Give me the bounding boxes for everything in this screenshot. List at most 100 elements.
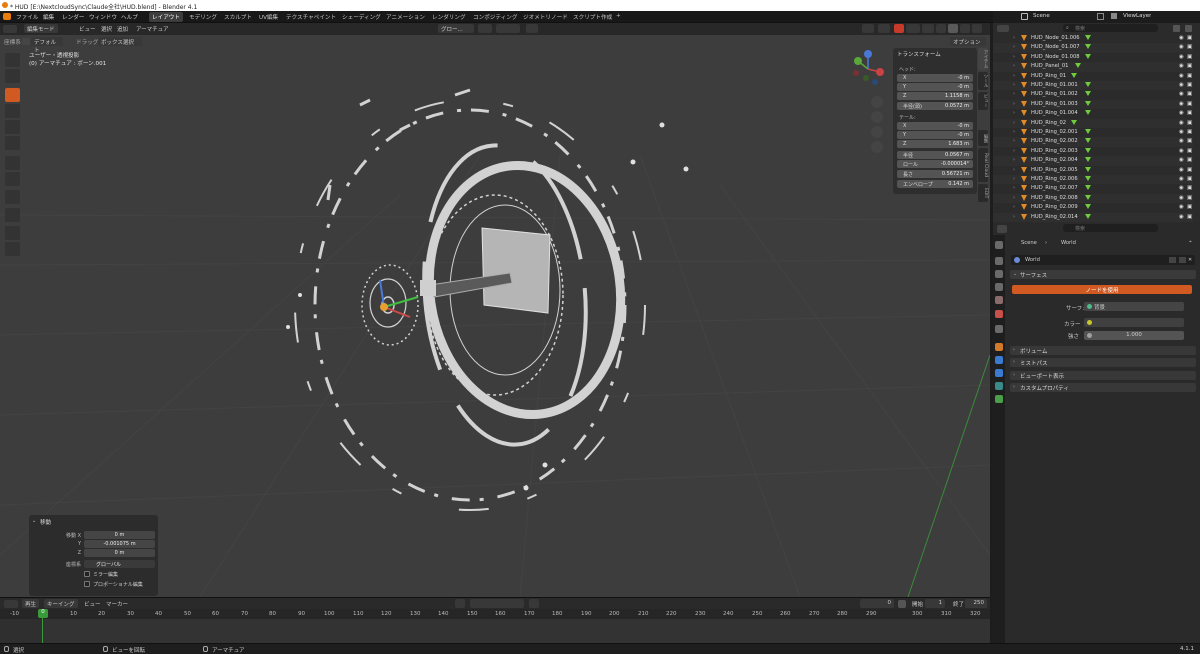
playhead[interactable]: 0: [38, 609, 48, 618]
expand-arrow-icon[interactable]: ›: [1013, 167, 1015, 173]
panel-collapse-icon[interactable]: ⌄: [32, 518, 36, 524]
menu-render[interactable]: レンダー: [62, 13, 84, 21]
mode-selector[interactable]: 編集モード: [24, 24, 58, 33]
render-camera-icon[interactable]: ▣: [1187, 44, 1192, 50]
timeline-area[interactable]: -10 10 20 30 40 50 60 70 80 90 100 110 1…: [0, 609, 990, 643]
expand-arrow-icon[interactable]: ›: [1013, 176, 1015, 182]
render-camera-icon[interactable]: ▣: [1187, 195, 1192, 201]
blender-menu-icon[interactable]: [3, 13, 11, 20]
visibility-eye-icon[interactable]: ◉: [1179, 82, 1184, 88]
render-camera-icon[interactable]: ▣: [1187, 54, 1192, 60]
xray-icon[interactable]: [922, 24, 934, 33]
visibility-eye-icon[interactable]: ◉: [1179, 73, 1184, 79]
visibility-eye-icon[interactable]: ◉: [1179, 120, 1184, 126]
expand-arrow-icon[interactable]: ›: [1013, 120, 1015, 126]
preview-range-icon[interactable]: [898, 600, 906, 608]
snap-icon[interactable]: [496, 24, 520, 33]
tab-tool[interactable]: ツール: [978, 72, 988, 90]
navigation-gizmo[interactable]: [848, 48, 888, 90]
scale-tool-icon[interactable]: [5, 120, 20, 134]
pivot-icon[interactable]: [478, 24, 492, 33]
outliner-row[interactable]: › HUD_Ring_02.001 ◉ ▣: [993, 128, 1193, 137]
shading-material-icon[interactable]: [960, 24, 970, 33]
menu-add[interactable]: 追加: [117, 25, 128, 33]
visibility-eye-icon[interactable]: ◉: [1179, 63, 1184, 69]
end-frame-field[interactable]: 250: [965, 599, 987, 608]
menu-view[interactable]: ビュー: [79, 25, 96, 33]
surface-shader-field[interactable]: 背景: [1084, 302, 1184, 311]
transform-orientation-dropdown[interactable]: グロー...: [438, 24, 474, 33]
visibility-eye-icon[interactable]: ◉: [1179, 167, 1184, 173]
measure-tool-icon[interactable]: [5, 172, 20, 186]
view-layer-props-icon[interactable]: [995, 283, 1003, 291]
tail-z-field[interactable]: Z 1.683 m: [897, 140, 973, 148]
world-props-icon[interactable]: [995, 310, 1003, 318]
outliner-row[interactable]: › HUD_Panel_01 ◉ ▣: [993, 62, 1193, 72]
render-camera-icon[interactable]: ▣: [1187, 176, 1192, 182]
outliner-row[interactable]: › HUD_Ring_01.002 ◉ ▣: [993, 90, 1193, 99]
mirror-checkbox[interactable]: [84, 571, 90, 577]
expand-arrow-icon[interactable]: ›: [1013, 204, 1015, 210]
radius-field[interactable]: 半径 0.0567 m: [897, 151, 973, 159]
tail-y-field[interactable]: Y -0 m: [897, 131, 973, 139]
render-camera-icon[interactable]: ▣: [1187, 73, 1192, 79]
outliner-row[interactable]: › HUD_Ring_02.004 ◉ ▣: [993, 156, 1193, 166]
visibility-eye-icon[interactable]: ◉: [1179, 110, 1184, 116]
menu-window[interactable]: ウィンドウ: [89, 13, 117, 21]
color-field[interactable]: [1084, 318, 1184, 327]
expand-arrow-icon[interactable]: ›: [1013, 82, 1015, 88]
playback-menu[interactable]: 再生: [22, 599, 40, 608]
bone-envelope-tool-icon[interactable]: [5, 226, 20, 240]
move-tool-icon[interactable]: [5, 88, 20, 102]
render-camera-icon[interactable]: ▣: [1187, 120, 1192, 126]
zoom-icon[interactable]: [871, 96, 883, 108]
grid-toggle-icon[interactable]: [871, 141, 883, 153]
fake-user-icon[interactable]: [1169, 257, 1176, 263]
visibility-eye-icon[interactable]: ◉: [1179, 35, 1184, 41]
playback-controls[interactable]: [470, 599, 524, 608]
outliner-row[interactable]: › HUD_Ring_01.004 ◉ ▣: [993, 109, 1193, 118]
visibility-eye-icon[interactable]: ◉: [1179, 195, 1184, 201]
unlink-world-icon[interactable]: ✕: [1188, 257, 1192, 263]
scene-props-icon[interactable]: [995, 296, 1003, 304]
editor-type-icon[interactable]: [3, 25, 17, 33]
render-camera-icon[interactable]: ▣: [1187, 148, 1192, 154]
render-camera-icon[interactable]: ▣: [1187, 167, 1192, 173]
viewlayer-selector[interactable]: ViewLayer: [1123, 13, 1151, 19]
extrude-tool-icon[interactable]: [5, 190, 20, 204]
gizmo-icon[interactable]: [878, 24, 890, 33]
outliner-row[interactable]: › HUD_Ring_02.006 ◉ ▣: [993, 175, 1193, 185]
tab-edit-addon[interactable]: EDIT: [978, 184, 988, 202]
tab-workspace-animation[interactable]: アニメーション: [383, 12, 428, 22]
visibility-eye-icon[interactable]: ◉: [1179, 91, 1184, 97]
render-camera-icon[interactable]: ▣: [1187, 129, 1192, 135]
outliner-row[interactable]: › HUD_Ring_02.014 ◉ ▣: [993, 212, 1193, 222]
visibility-eye-icon[interactable]: ◉: [1179, 138, 1184, 144]
expand-arrow-icon[interactable]: ›: [1013, 91, 1015, 97]
annotate-tool-icon[interactable]: [5, 156, 20, 170]
menu-armature[interactable]: アーマチュア: [136, 25, 169, 33]
new-collection-icon[interactable]: [1185, 25, 1192, 32]
expand-arrow-icon[interactable]: ›: [1013, 157, 1015, 163]
hand-pan-icon[interactable]: [871, 111, 883, 123]
rotate-tool-icon[interactable]: [5, 104, 20, 118]
collection-props-icon[interactable]: [995, 325, 1003, 333]
visibility-eye-icon[interactable]: ◉: [1179, 176, 1184, 182]
expand-arrow-icon[interactable]: ›: [1013, 138, 1015, 144]
tab-real-cloud[interactable]: Real Cloud: [978, 148, 988, 182]
x-axis-icon[interactable]: [876, 68, 884, 76]
expand-arrow-icon[interactable]: ›: [1013, 44, 1015, 50]
overlay-icon[interactable]: [894, 24, 904, 33]
tab-workspace-sculpt[interactable]: スカルプト: [221, 12, 255, 22]
pin-icon[interactable]: ⌖: [1189, 239, 1192, 245]
tab-workspace-compositing[interactable]: コンポジティング: [470, 12, 520, 22]
outliner-row[interactable]: › HUD_Node_01.008 ◉ ▣: [993, 53, 1193, 62]
render-camera-icon[interactable]: ▣: [1187, 101, 1192, 107]
expand-arrow-icon[interactable]: ›: [1013, 35, 1015, 41]
visibility-eye-icon[interactable]: ◉: [1179, 54, 1184, 60]
tab-workspace-texture-paint[interactable]: テクスチャペイント: [283, 12, 339, 22]
head-radius-field[interactable]: 半径(頭) 0.0572 m: [897, 102, 973, 110]
viewport-display-section-header[interactable]: › ビューポート表示: [1010, 371, 1196, 380]
tab-workspace-uv[interactable]: UV編集: [256, 12, 281, 22]
move-z-field[interactable]: 0 m: [84, 549, 155, 557]
